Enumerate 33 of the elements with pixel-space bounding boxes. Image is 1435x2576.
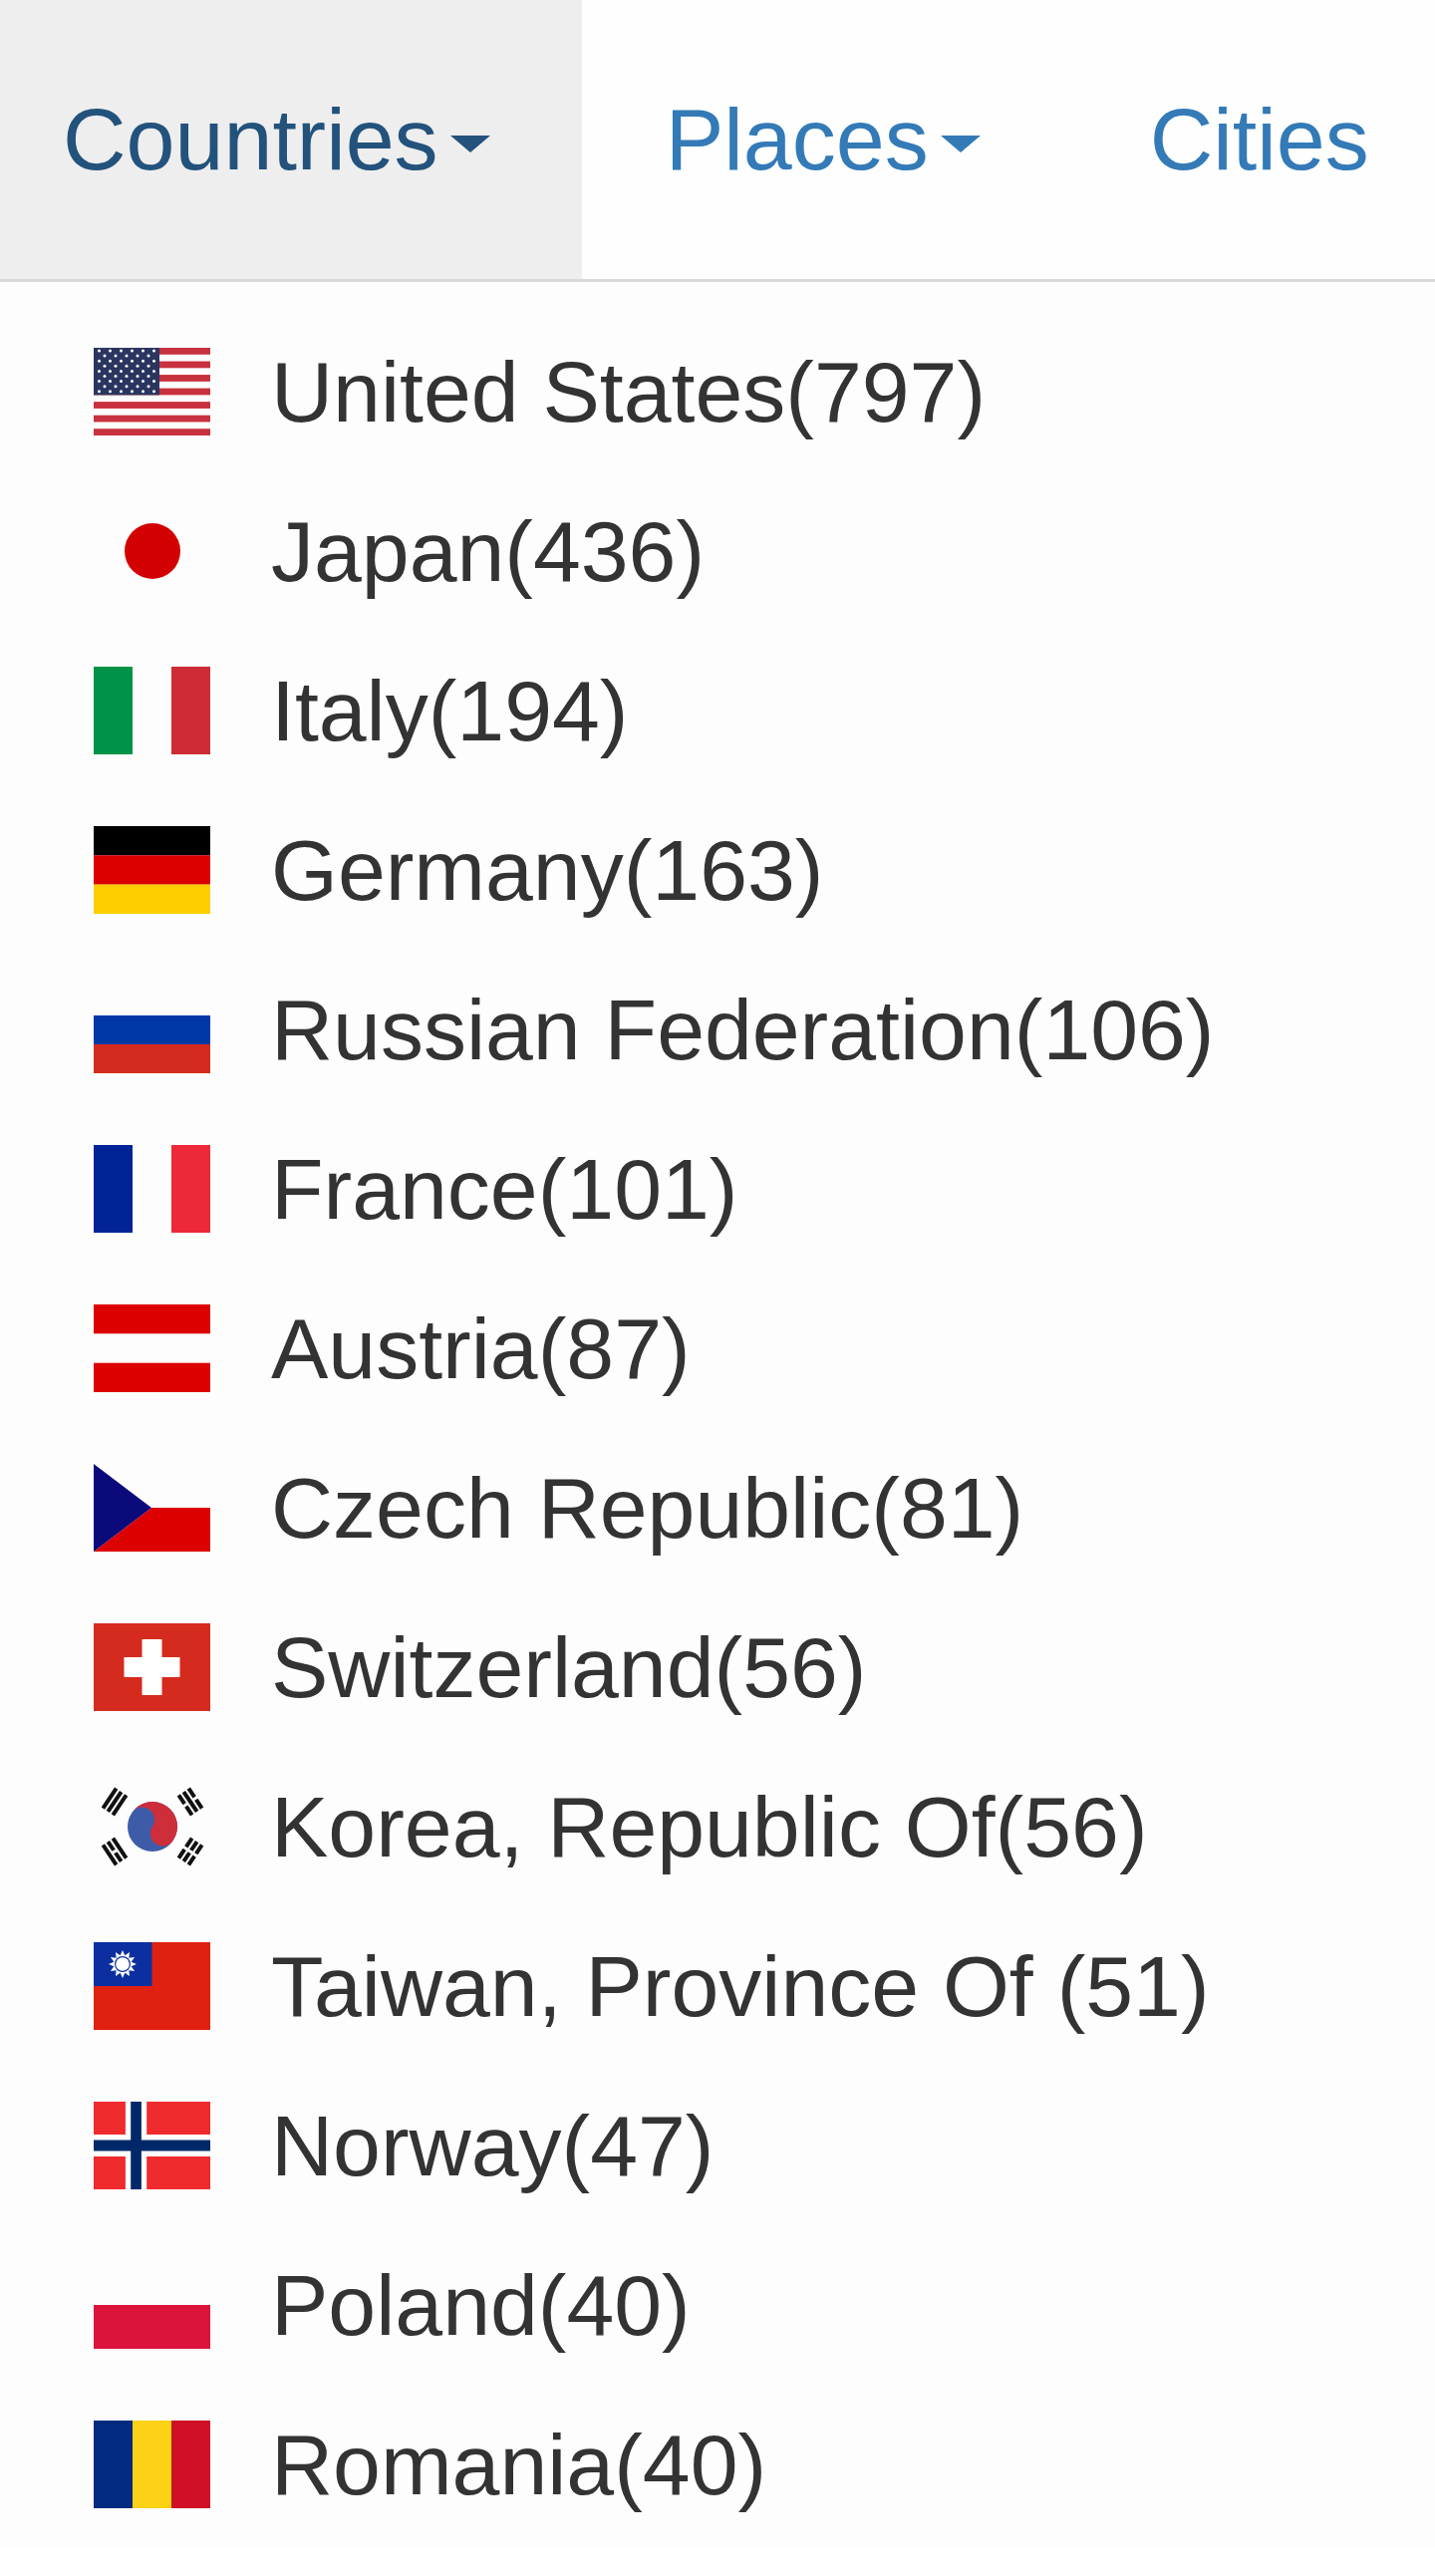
country-menu-item[interactable]: Switzerland(56)	[94, 1617, 867, 1717]
country-menu-item[interactable]: Korea, Republic Of(56)	[94, 1777, 1148, 1876]
country-menu-item[interactable]: Austria(87)	[94, 1298, 691, 1398]
korea-flag-icon	[100, 1786, 204, 1867]
country-menu-item[interactable]: Poland(40)	[94, 2255, 691, 2355]
italy-flag-icon	[94, 667, 210, 754]
country-menu-item[interactable]: Russian Federation(106)	[94, 980, 1215, 1079]
czech-flag-icon	[94, 1464, 210, 1552]
country-menu-item[interactable]: Norway(47)	[94, 2096, 715, 2195]
russia-flag-icon	[94, 1015, 210, 1073]
japan-flag-icon	[124, 523, 180, 579]
germany-flag-icon	[94, 826, 210, 914]
us-flag-icon	[94, 348, 210, 435]
poland-flag-icon	[94, 2305, 210, 2349]
romania-flag-icon	[94, 2421, 210, 2508]
switzerland-flag-icon	[94, 1623, 210, 1711]
country-menu-item[interactable]: France(101)	[94, 1139, 738, 1239]
nav-tab[interactable]: Countries	[0, 0, 582, 279]
taiwan-flag-icon	[94, 1942, 210, 2030]
country-menu-item[interactable]: United States(797)	[94, 342, 987, 441]
austria-flag-icon	[94, 1304, 210, 1392]
france-flag-icon	[94, 1145, 210, 1233]
country-menu-item[interactable]: Taiwan, Province Of (51)	[94, 1936, 1210, 2036]
caret-icon	[940, 135, 981, 152]
caret-icon	[449, 135, 490, 152]
norway-flag-icon	[94, 2102, 210, 2189]
country-menu-item[interactable]: Japan(436)	[94, 501, 706, 601]
nav-tab[interactable]: Places	[581, 0, 1066, 279]
country-menu-item[interactable]: Romania(40)	[94, 2415, 767, 2514]
nav-tab[interactable]: Cities	[1065, 0, 1409, 279]
country-menu-item[interactable]: Czech Republic(81)	[94, 1458, 1024, 1558]
country-menu-item[interactable]: Germany(163)	[94, 820, 824, 920]
country-menu-item[interactable]: Italy(194)	[94, 661, 629, 760]
